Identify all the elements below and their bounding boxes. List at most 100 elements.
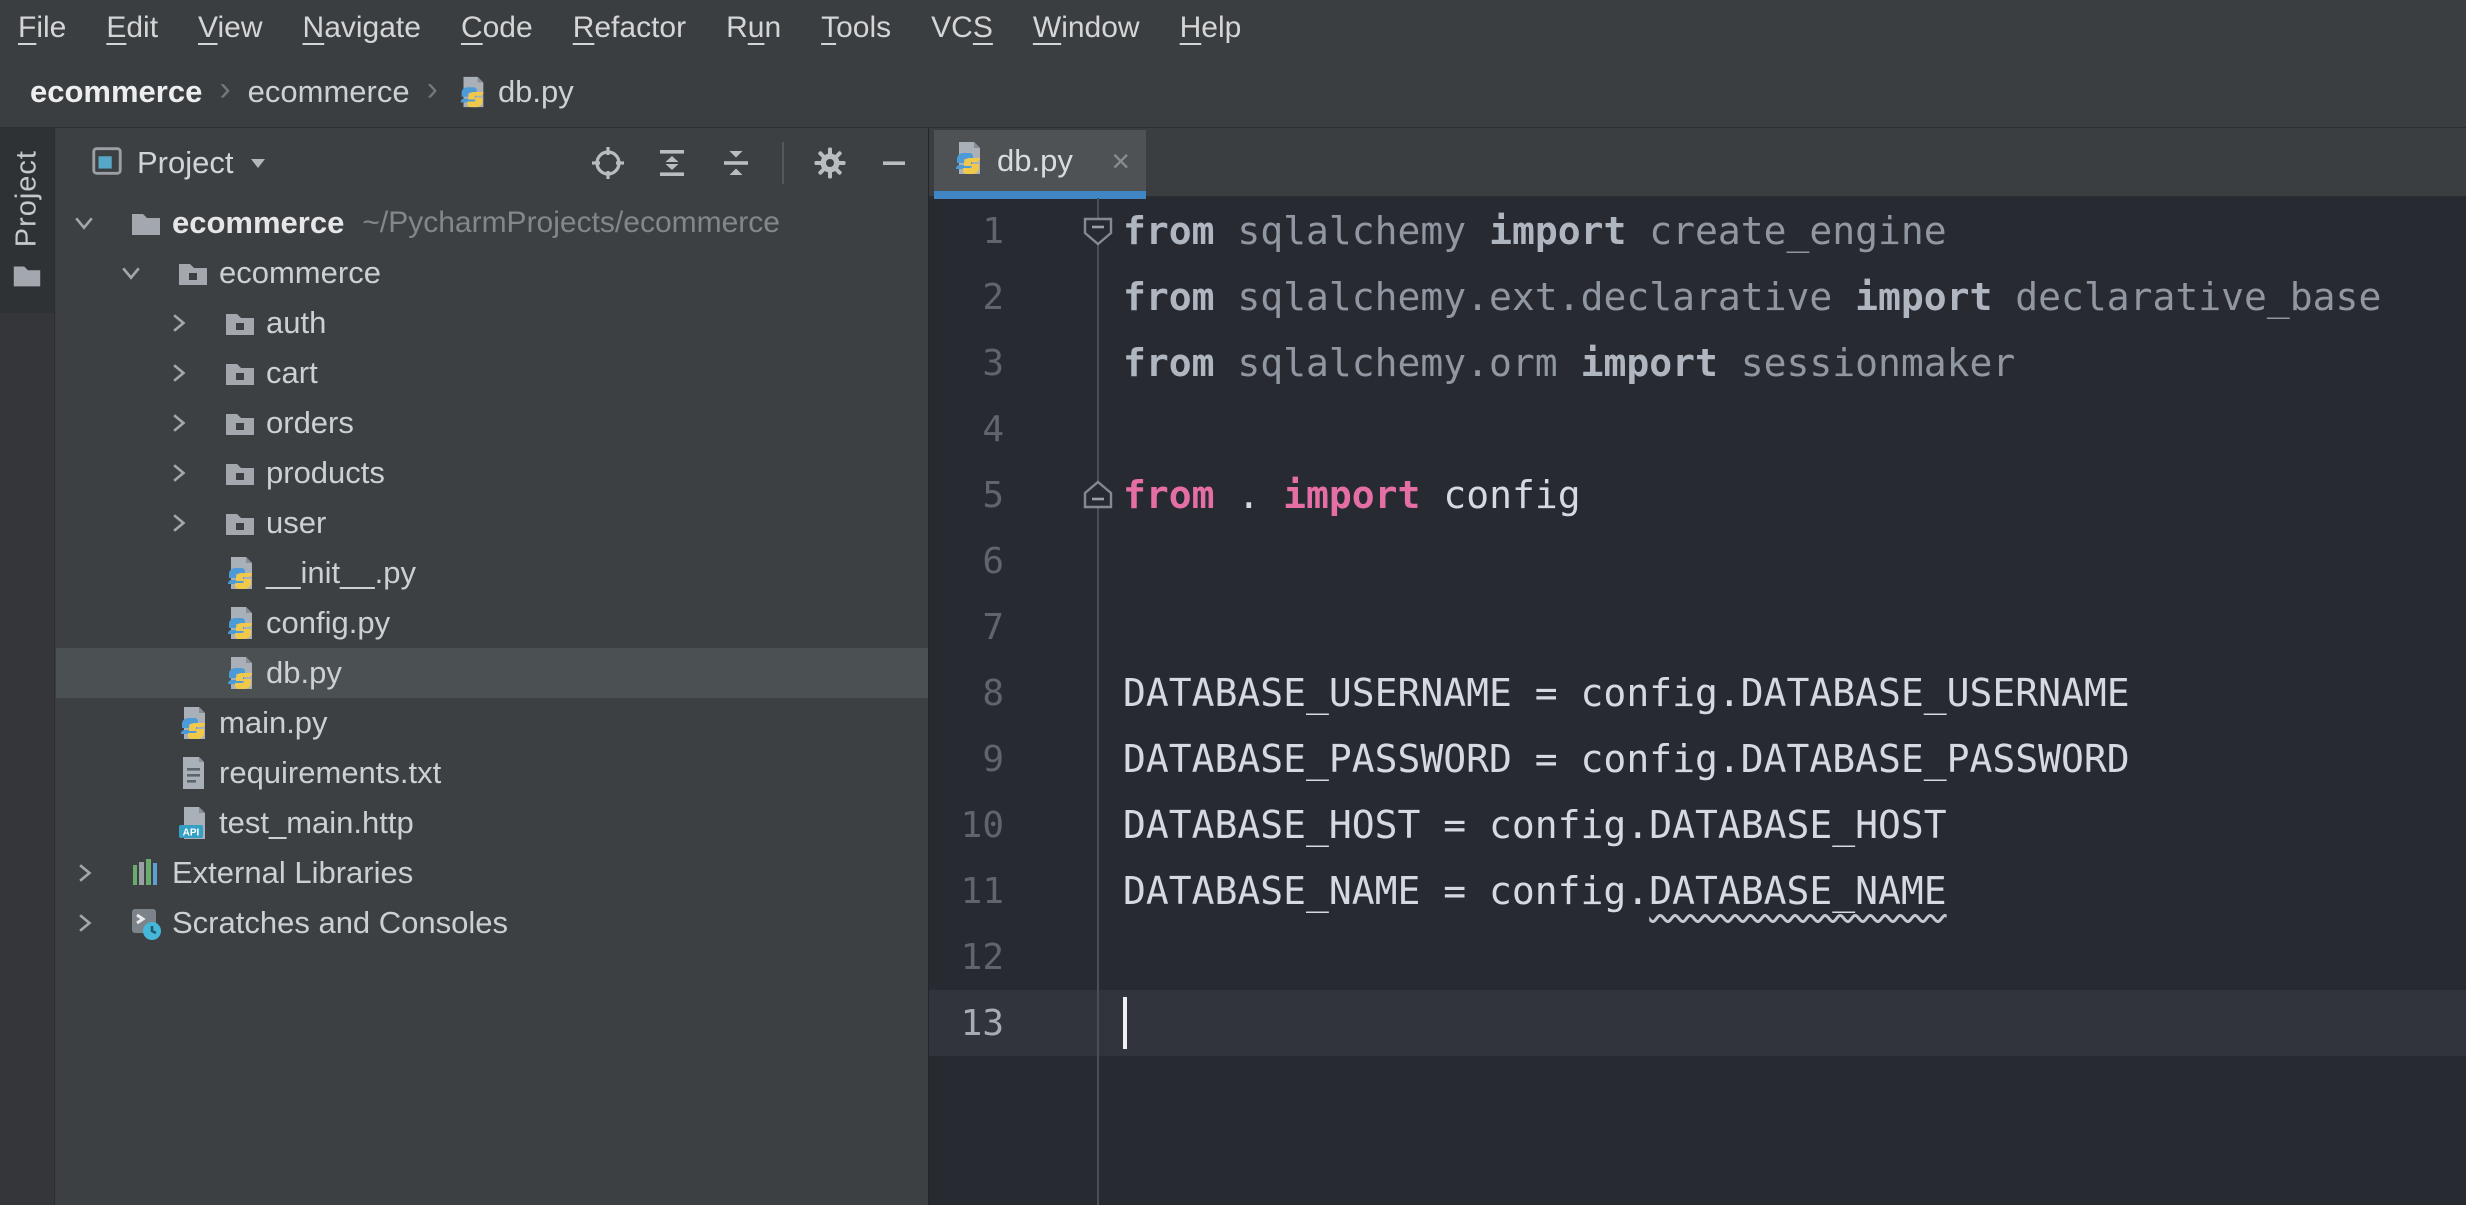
tree-label: main.py xyxy=(219,705,328,740)
breadcrumb-item-ecommerce[interactable]: ecommerce xyxy=(30,74,202,110)
python-file-icon xyxy=(455,75,489,109)
chevron-right-icon[interactable] xyxy=(164,459,192,487)
chevron-right-icon[interactable] xyxy=(70,859,98,887)
editor-tab-dbpy[interactable]: db.py × xyxy=(934,130,1146,191)
python-file-icon xyxy=(950,140,986,181)
tree-row-requirements-txt[interactable]: requirements.txt xyxy=(56,748,928,798)
line-number[interactable]: 13 xyxy=(929,1003,1004,1044)
line-number[interactable]: 7 xyxy=(929,607,1004,648)
tree-row-products[interactable]: products xyxy=(56,448,928,498)
tree-row-ecommerce[interactable]: ecommerce ~/PycharmProjects/ecommerce xyxy=(56,198,928,248)
code-token: sqlalchemy.ext.declarative xyxy=(1214,275,1856,319)
code-line-11: 11 DATABASE_NAME = config.DATABASE_NAME xyxy=(929,858,2466,924)
menu-window[interactable]: Window xyxy=(1033,11,1140,45)
chevron-right-icon[interactable] xyxy=(164,409,192,437)
code-text[interactable]: from sqlalchemy import create_engine xyxy=(1123,198,2466,264)
chevron-down-icon[interactable] xyxy=(70,209,98,237)
tree-row-__init__-py[interactable]: __init__.py xyxy=(56,548,928,598)
line-number[interactable]: 2 xyxy=(929,277,1004,318)
code-text[interactable]: DATABASE_USERNAME = config.DATABASE_USER… xyxy=(1123,660,2466,726)
fold-region-end-icon[interactable] xyxy=(1080,477,1116,513)
python-icon xyxy=(228,607,252,639)
collapse-all-button[interactable] xyxy=(718,145,754,181)
tree-label: products xyxy=(266,455,385,490)
tree-row-ecommerce[interactable]: ecommerce xyxy=(56,248,928,298)
project-panel-title: Project xyxy=(137,145,234,180)
tree-row-main-py[interactable]: main.py xyxy=(56,698,928,748)
code-viewport[interactable]: 1 from sqlalchemy import create_engine 2 fr… xyxy=(929,198,2466,1056)
line-number[interactable]: 9 xyxy=(929,739,1004,780)
expand-all-button[interactable] xyxy=(654,145,690,181)
chevron-right-icon[interactable] xyxy=(164,309,192,337)
chevron-down-icon[interactable] xyxy=(117,259,145,287)
line-number[interactable]: 1 xyxy=(929,211,1004,252)
tree-row-cart[interactable]: cart xyxy=(56,348,928,398)
tree-row-config-py[interactable]: config.py xyxy=(56,598,928,648)
code-line-2: 2 from sqlalchemy.ext.declarative import … xyxy=(929,264,2466,330)
line-number[interactable]: 10 xyxy=(929,805,1004,846)
folder-icon xyxy=(10,258,44,297)
tree-label: auth xyxy=(266,305,327,340)
menu-tools[interactable]: Tools xyxy=(821,11,891,45)
line-number[interactable]: 3 xyxy=(929,343,1004,384)
menu-file[interactable]: File xyxy=(18,11,66,45)
code-token: DATABASE_NAME = config. xyxy=(1123,869,1650,913)
locate-file-button[interactable] xyxy=(590,145,626,181)
code-text[interactable]: DATABASE_NAME = config.DATABASE_NAME xyxy=(1123,858,2466,924)
line-number[interactable]: 6 xyxy=(929,541,1004,582)
code-line-6: 6 xyxy=(929,528,2466,594)
line-number[interactable]: 8 xyxy=(929,673,1004,714)
menu-navigate[interactable]: Navigate xyxy=(303,11,421,45)
menu-help[interactable]: Help xyxy=(1180,11,1242,45)
code-text[interactable]: DATABASE_HOST = config.DATABASE_HOST xyxy=(1123,792,2466,858)
code-text[interactable]: from sqlalchemy.ext.declarative import d… xyxy=(1123,264,2466,330)
tree-row-external-libraries[interactable]: External Libraries xyxy=(56,848,928,898)
code-token: DATABASE_USERNAME = config.DATABASE_USER… xyxy=(1123,671,2130,715)
menu-view[interactable]: View xyxy=(198,11,262,45)
tree-label: __init__.py xyxy=(266,555,416,590)
code-text[interactable]: from sqlalchemy.orm import sessionmaker xyxy=(1123,330,2466,396)
line-number[interactable]: 5 xyxy=(929,475,1004,516)
settings-button[interactable] xyxy=(812,145,848,181)
chevron-right-icon[interactable] xyxy=(70,909,98,937)
chevron-right-icon[interactable] xyxy=(164,359,192,387)
tree-row-scratches-and-consoles[interactable]: Scratches and Consoles xyxy=(56,898,928,948)
code-token: from xyxy=(1123,275,1215,319)
line-number[interactable]: 11 xyxy=(929,871,1004,912)
python-icon xyxy=(222,655,258,691)
breadcrumb-item-db-py[interactable]: db.py xyxy=(498,74,574,110)
menu-run[interactable]: Run xyxy=(726,11,781,45)
hide-panel-button[interactable] xyxy=(876,145,912,181)
editor-area[interactable]: db.py × 1 from sqlalchemy import create_e… xyxy=(928,128,2466,1205)
menu-refactor[interactable]: Refactor xyxy=(573,11,686,45)
code-token: . xyxy=(1214,473,1284,517)
stripe-tab-project[interactable]: Project xyxy=(0,128,54,313)
package-icon xyxy=(175,255,211,291)
folder-icon xyxy=(132,214,160,235)
chevron-right-icon[interactable] xyxy=(164,509,192,537)
scratches-icon xyxy=(132,909,161,940)
line-number[interactable]: 12 xyxy=(929,937,1004,978)
tree-row-orders[interactable]: orders xyxy=(56,398,928,448)
project-tree[interactable]: ecommerce ~/PycharmProjects/ecommerce eco… xyxy=(56,198,928,1205)
breadcrumb-item-ecommerce[interactable]: ecommerce xyxy=(248,74,410,110)
menu-vcs[interactable]: VCS xyxy=(931,11,993,45)
code-text[interactable]: from . import config xyxy=(1123,462,2466,528)
menu-edit[interactable]: Edit xyxy=(106,11,158,45)
fold-region-start-icon[interactable] xyxy=(1080,213,1116,249)
package-icon xyxy=(179,264,207,285)
tab-close-icon[interactable]: × xyxy=(1111,145,1130,177)
line-number[interactable]: 4 xyxy=(929,409,1004,450)
project-view-dropdown[interactable]: Project xyxy=(90,128,270,198)
tree-label: user xyxy=(266,505,327,540)
menu-code[interactable]: Code xyxy=(461,11,533,45)
tree-row-auth[interactable]: auth xyxy=(56,298,928,348)
project-window-icon xyxy=(92,146,122,175)
tree-row-test_main-http[interactable]: API test_main.http xyxy=(56,798,928,848)
code-text[interactable]: DATABASE_PASSWORD = config.DATABASE_PASS… xyxy=(1123,726,2466,792)
tree-row-db-py[interactable]: db.py xyxy=(56,648,928,698)
package-icon xyxy=(222,305,258,341)
code-token: from xyxy=(1123,209,1215,253)
tree-row-user[interactable]: user xyxy=(56,498,928,548)
menu-bar: File Edit View Navigate Code Refactor Run Tools… xyxy=(0,0,2466,56)
